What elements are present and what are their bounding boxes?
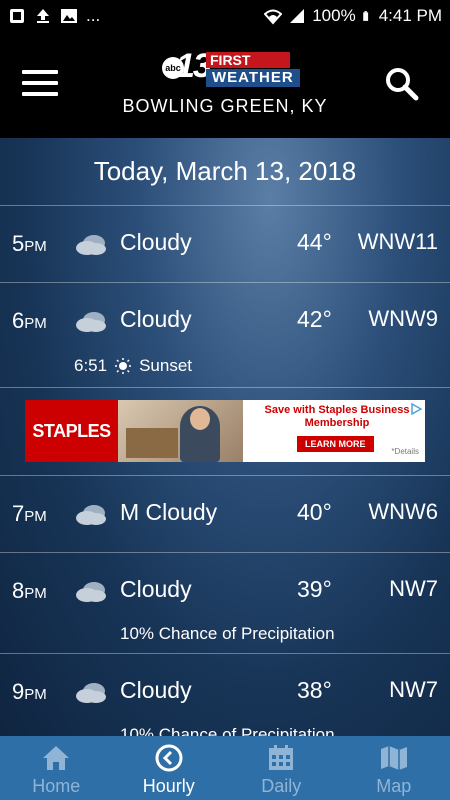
hour-temp: 44° bbox=[297, 229, 332, 255]
signal-icon bbox=[290, 9, 305, 23]
sunset-info: 6:51 Sunset bbox=[74, 356, 192, 376]
hour-row[interactable]: 6PM Cloudy 42° WNW9 6:51 Sunset bbox=[0, 284, 450, 388]
location-label: BOWLING GREEN, KY bbox=[122, 96, 328, 116]
hour-time: 8PM bbox=[12, 578, 47, 603]
channel-number: 13 bbox=[176, 47, 212, 85]
hour-condition: Cloudy bbox=[120, 576, 192, 602]
hour-condition: Cloudy bbox=[120, 677, 192, 703]
bottom-tab-bar: Home Hourly Daily Map bbox=[0, 736, 450, 800]
hourly-forecast[interactable]: Today, March 13, 2018 5PM Cloudy 44° WNW… bbox=[0, 138, 450, 736]
hour-wind: NW7 bbox=[389, 576, 438, 601]
image-icon bbox=[61, 9, 77, 23]
sun-icon bbox=[115, 358, 132, 374]
status-bar: ... 100% 4:41 PM bbox=[0, 0, 450, 32]
upload-icon bbox=[37, 9, 49, 23]
hour-time: 7PM bbox=[12, 501, 47, 526]
ad-divider bbox=[0, 388, 450, 476]
tab-hourly[interactable]: Hourly bbox=[113, 736, 226, 800]
cloudy-icon bbox=[76, 683, 106, 703]
map-icon bbox=[380, 746, 407, 770]
hour-row[interactable]: 5PM Cloudy 44° WNW11 bbox=[0, 207, 450, 283]
cloudy-icon bbox=[76, 582, 106, 602]
app-header: abc 13 FIRST ALERT WEATHER BOWLING GREEN… bbox=[0, 32, 450, 138]
hour-temp: 40° bbox=[297, 499, 332, 525]
tab-home[interactable]: Home bbox=[0, 736, 113, 800]
home-icon bbox=[43, 746, 70, 770]
calendar-icon bbox=[269, 745, 294, 770]
hour-time: 9PM bbox=[12, 679, 47, 704]
hour-wind: NW7 bbox=[389, 677, 438, 702]
clock-icon bbox=[155, 744, 183, 772]
menu-icon[interactable] bbox=[22, 70, 58, 98]
sunset-time: 6:51 bbox=[74, 356, 108, 375]
wifi-icon bbox=[264, 9, 283, 25]
hour-wind: WNW9 bbox=[368, 306, 438, 331]
hour-wind: WNW11 bbox=[357, 229, 438, 254]
mostly-cloudy-icon bbox=[76, 505, 106, 525]
date-header: Today, March 13, 2018 bbox=[0, 138, 450, 206]
station-logo: abc 13 FIRST ALERT WEATHER bbox=[162, 47, 300, 89]
hour-row[interactable]: 9PM Cloudy 38° NW7 10% Chance of Precipi… bbox=[0, 655, 450, 736]
hour-temp: 38° bbox=[297, 677, 332, 703]
precip-chance: 10% Chance of Precipitation bbox=[120, 624, 335, 643]
battery-percent: 100% bbox=[312, 6, 356, 25]
logo-weather: WEATHER bbox=[206, 69, 300, 87]
hour-row[interactable]: 8PM Cloudy 39° NW7 10% Chance of Precipi… bbox=[0, 554, 450, 654]
cloudy-icon bbox=[76, 235, 106, 255]
clock-time: 4:41 PM bbox=[378, 6, 442, 25]
hour-time: 6PM bbox=[12, 308, 47, 333]
tab-map[interactable]: Map bbox=[338, 736, 450, 800]
notification-icon bbox=[10, 9, 24, 23]
tab-daily[interactable]: Daily bbox=[225, 736, 338, 800]
hour-condition: Cloudy bbox=[120, 229, 192, 255]
hour-condition: Cloudy bbox=[120, 306, 192, 332]
hour-row[interactable]: 7PM M Cloudy 40° WNW6 bbox=[0, 477, 450, 553]
precip-chance: 10% Chance of Precipitation bbox=[120, 725, 335, 736]
hour-temp: 42° bbox=[297, 306, 332, 332]
hour-wind: WNW6 bbox=[368, 499, 438, 524]
cloudy-icon bbox=[76, 312, 106, 332]
hour-time: 5PM bbox=[12, 231, 47, 256]
logo-first-alert: FIRST ALERT bbox=[206, 52, 290, 84]
hour-temp: 39° bbox=[297, 576, 332, 602]
hour-condition: M Cloudy bbox=[120, 499, 218, 525]
battery-icon bbox=[362, 11, 368, 21]
more-notifications: ... bbox=[86, 6, 101, 25]
sunset-label: Sunset bbox=[139, 356, 193, 375]
